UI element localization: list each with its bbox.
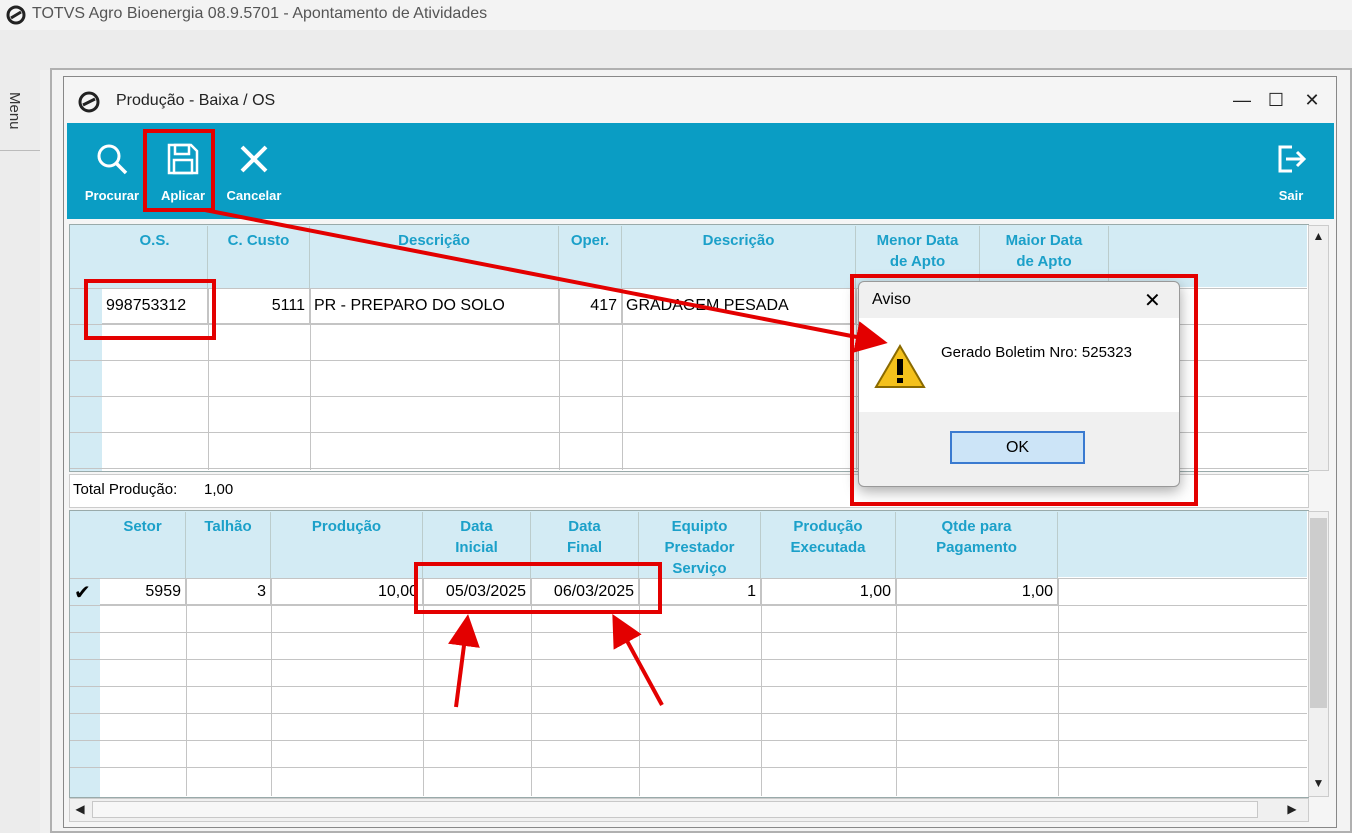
col-descricao-oper[interactable]: Descrição — [622, 226, 856, 288]
minimize-button[interactable]: — — [1232, 90, 1252, 110]
grid-line — [70, 686, 1307, 687]
procurar-button[interactable]: Procurar — [78, 142, 146, 203]
row-selected-check-icon: ✔ — [74, 582, 91, 604]
col-data-final-label-2: Final — [566, 539, 602, 556]
scroll-right-arrow-icon[interactable]: ▶ — [1284, 802, 1300, 816]
grid-line — [70, 767, 1307, 768]
col-talhao[interactable]: Talhão — [186, 512, 271, 578]
sair-label: Sair — [1278, 188, 1304, 203]
scroll-down-arrow-icon[interactable]: ▼ — [1309, 776, 1328, 790]
grid-line — [70, 605, 1307, 606]
maximize-button[interactable]: ☐ — [1266, 90, 1286, 110]
grid-line — [70, 740, 1307, 741]
cell-qtde-pagamento[interactable]: 1,00 — [896, 579, 1058, 605]
col-producao-label: Produção — [311, 518, 382, 535]
col-prod-exec-label-2: Executada — [790, 539, 866, 556]
col-menor-data-label-2: de Apto — [889, 253, 946, 270]
os-grid-scrollbar[interactable] — [1308, 225, 1329, 471]
col-oper[interactable]: Oper. — [559, 226, 622, 288]
col-qtde-label-2: Pagamento — [936, 539, 1017, 556]
col-c-custo[interactable]: C. Custo — [208, 226, 310, 288]
row-indicator-column — [70, 225, 102, 471]
annotation-box-aplicar — [143, 129, 215, 212]
cell-producao[interactable]: 10,00 — [271, 579, 423, 605]
col-descricao[interactable]: Descrição — [310, 226, 559, 288]
grid-line — [70, 632, 1307, 633]
col-data-inicial-label-2: Inicial — [455, 539, 498, 556]
menu-toggle[interactable]: Menu — [6, 92, 23, 130]
col-equipto-label-2: Prestador — [664, 539, 735, 556]
col-setor-label: Setor — [123, 518, 162, 535]
grid-line — [761, 578, 762, 796]
cell-c-custo[interactable]: 5111 — [208, 289, 310, 324]
total-producao-value: 1,00 — [204, 481, 234, 498]
close-window-button[interactable]: ✕ — [1302, 90, 1322, 110]
col-equipto-label-1: Equipto — [671, 518, 728, 535]
col-c-custo-label: C. Custo — [227, 232, 290, 249]
search-icon — [97, 144, 128, 175]
col-data-inicial-label-1: Data — [460, 518, 493, 535]
col-descricao-label: Descrição — [398, 232, 470, 249]
col-maior-data-label-2: de Apto — [1016, 253, 1072, 270]
window-title: Produção - Baixa / OS — [116, 92, 276, 109]
cell-producao-executada[interactable]: 1,00 — [761, 579, 896, 605]
background-strip — [0, 30, 1352, 70]
grid-line — [70, 713, 1307, 714]
cancelar-button[interactable]: Cancelar — [221, 142, 287, 203]
menu-rail — [0, 70, 40, 833]
cell-talhao[interactable]: 3 — [186, 579, 271, 605]
total-producao-label: Total Produção: — [73, 481, 178, 498]
annotation-box-dialog — [850, 274, 1198, 506]
col-prod-exec-label-1: Produção — [793, 518, 863, 535]
col-qtde-label-1: Qtde para — [941, 518, 1012, 535]
cancelar-label: Cancelar — [226, 188, 282, 203]
row-indicator-column-2 — [70, 511, 100, 797]
grid-line — [186, 578, 187, 796]
annotation-box-os — [84, 279, 216, 340]
cell-oper[interactable]: 417 — [559, 289, 622, 324]
grid-line — [1058, 578, 1059, 796]
procurar-label: Procurar — [84, 188, 140, 203]
col-descricao-oper-label: Descrição — [702, 232, 775, 249]
annotation-box-dates — [414, 562, 662, 614]
grid-line — [896, 578, 897, 796]
col-producao[interactable]: Produção — [271, 512, 423, 578]
cell-descricao[interactable]: PR - PREPARO DO SOLO — [310, 289, 559, 324]
col-qtde-pagamento[interactable]: Qtde para Pagamento — [896, 512, 1058, 578]
sair-button[interactable]: Sair — [1268, 142, 1314, 203]
col-data-final-label-1: Data — [568, 518, 601, 535]
scroll-left-arrow-icon[interactable]: ◀ — [72, 802, 88, 816]
totvs-logo-icon — [6, 5, 26, 25]
close-icon — [240, 145, 268, 173]
horizontal-scrollbar-thumb[interactable] — [92, 801, 1258, 818]
col-os-label: O.S. — [139, 232, 170, 249]
cell-setor[interactable]: 5959 — [100, 579, 186, 605]
grid-line — [70, 659, 1307, 660]
scroll-up-arrow-icon[interactable]: ▲ — [1309, 229, 1328, 243]
cell-descricao-oper[interactable]: GRADAGEM PESADA — [622, 289, 856, 324]
col-oper-label: Oper. — [570, 232, 610, 249]
menu-separator — [0, 150, 40, 151]
app-title: TOTVS Agro Bioenergia 08.9.5701 - Aponta… — [32, 5, 488, 22]
col-menor-data-label-1: Menor Data — [876, 232, 959, 249]
window-logo-icon — [78, 91, 100, 113]
col-setor[interactable]: Setor — [100, 512, 186, 578]
scrollbar-thumb[interactable] — [1310, 518, 1327, 708]
col-maior-data-label-1: Maior Data — [1005, 232, 1083, 249]
grid-line — [271, 578, 272, 796]
exit-icon — [1278, 145, 1307, 173]
col-talhao-label: Talhão — [204, 518, 252, 535]
col-producao-executada[interactable]: Produção Executada — [761, 512, 896, 578]
